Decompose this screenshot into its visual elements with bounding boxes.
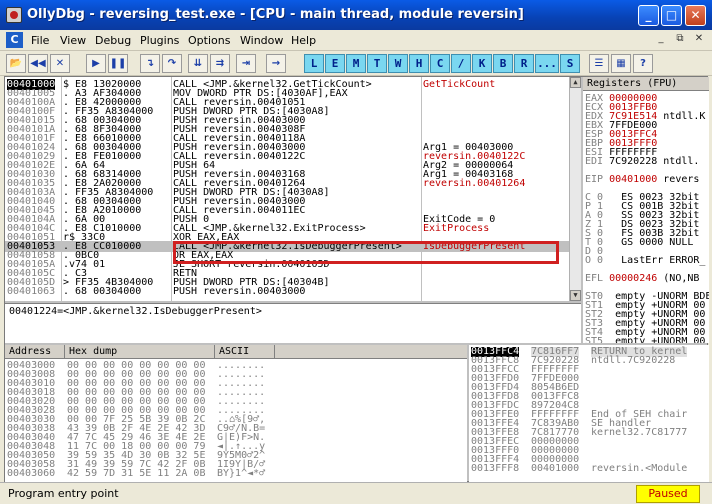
status-badge: Paused bbox=[636, 485, 700, 503]
info-line: 00401224=<JMP.&kernel32.IsDebuggerPresen… bbox=[9, 306, 262, 317]
menu-help[interactable]: Help bbox=[291, 34, 316, 47]
step-over-icon[interactable]: ↷ bbox=[162, 54, 182, 73]
register-comment: ntdll. bbox=[657, 156, 700, 167]
mdi-restore-button[interactable]: ⧉ bbox=[673, 33, 687, 47]
menu-options[interactable]: Options bbox=[188, 34, 230, 47]
registers-header[interactable]: Registers (FPU) bbox=[583, 77, 709, 91]
help-icon[interactable]: ? bbox=[633, 54, 653, 73]
open-icon[interactable]: 📂 bbox=[6, 54, 26, 73]
register-comment: GS 0000 NULL bbox=[609, 237, 694, 248]
register-row[interactable]: EFL 00000246 (NO,NB bbox=[585, 273, 699, 284]
menu-file[interactable]: File bbox=[31, 34, 49, 47]
trace-into-icon[interactable]: ⇊ bbox=[188, 54, 208, 73]
cpu-window: 00401000 $ E8 13020000 CALL <JMP.&kernel32… bbox=[4, 76, 709, 483]
register-row[interactable]: EDI 7C920228 ntdll. bbox=[585, 156, 699, 167]
menu-window[interactable]: Window bbox=[240, 34, 283, 47]
status-bar: Program entry point Paused bbox=[0, 482, 712, 504]
grid-icon[interactable]: ▦ bbox=[611, 54, 631, 73]
cpu-window-icon[interactable]: C bbox=[6, 32, 23, 48]
dump-header-ascii[interactable]: ASCII bbox=[215, 345, 275, 359]
register-row[interactable]: EIP 00401000 revers bbox=[585, 174, 699, 185]
register-name: ST5 bbox=[585, 336, 604, 343]
dump-header: Address Hex dump ASCII bbox=[5, 345, 467, 359]
status-message: Program entry point bbox=[8, 487, 119, 500]
toolbar: 📂 ◀◀ ✕ ▶ ❚❚ ↴ ↷ ⇊ ⇉ ⇥ → L E M T W H C / … bbox=[0, 52, 712, 76]
stack-value: 00401000 bbox=[531, 463, 580, 474]
run-icon[interactable]: ▶ bbox=[86, 54, 106, 73]
close-button[interactable]: ✕ bbox=[685, 5, 706, 26]
scroll-up-icon[interactable]: ▲ bbox=[570, 77, 581, 88]
highlight-box bbox=[173, 241, 559, 264]
maximize-button[interactable]: □ bbox=[661, 5, 682, 26]
stack-row[interactable]: 0013FFF8 00401000 reversin.<Module bbox=[469, 464, 709, 474]
rewind-icon[interactable]: ◀◀ bbox=[28, 54, 48, 73]
close-icon[interactable]: ✕ bbox=[50, 54, 70, 73]
dump-address: 00403060 bbox=[7, 468, 56, 479]
dump-header-address[interactable]: Address bbox=[5, 345, 65, 359]
list-icon[interactable]: ☰ bbox=[589, 54, 609, 73]
disasm-address: 00401063 bbox=[7, 286, 56, 297]
disasm-row[interactable]: 00401063 . 68 00304000 PUSH reversin.00403… bbox=[5, 286, 569, 297]
register-comment: revers bbox=[657, 174, 700, 185]
menu-view[interactable]: View bbox=[60, 34, 86, 47]
stack-address: 0013FFF8 bbox=[471, 463, 520, 474]
disassembly-pane[interactable]: 00401000 $ E8 13020000 CALL <JMP.&kernel32… bbox=[5, 77, 581, 301]
toolbar-letter-e[interactable]: E bbox=[325, 54, 345, 73]
disassembly-scrollbar[interactable]: ▲ ▼ bbox=[569, 77, 581, 301]
dump-header-hex[interactable]: Hex dump bbox=[65, 345, 215, 359]
register-comment: LastErr ERROR_ bbox=[609, 255, 706, 266]
toolbar-letter-h[interactable]: H bbox=[409, 54, 429, 73]
pause-icon[interactable]: ❚❚ bbox=[108, 54, 128, 73]
toolbar-letter-slash[interactable]: / bbox=[451, 54, 471, 73]
mdi-close-button[interactable]: ✕ bbox=[692, 33, 706, 47]
stack-comment: reversin.<Module bbox=[591, 463, 688, 474]
step-into-icon[interactable]: ↴ bbox=[140, 54, 160, 73]
goto-icon[interactable]: → bbox=[266, 54, 286, 73]
toolbar-letter-w[interactable]: W bbox=[388, 54, 408, 73]
register-comment: (NO,NB bbox=[657, 273, 700, 284]
dump-row[interactable]: 00403060 42 59 7D 31 5E 11 2A 0B BY}1^◄*♂ bbox=[5, 469, 467, 479]
toolbar-letter-r[interactable]: R bbox=[514, 54, 534, 73]
ollydbg-app-icon[interactable] bbox=[6, 7, 22, 23]
toolbar-letter-m[interactable]: M bbox=[346, 54, 366, 73]
register-value: 00401000 bbox=[609, 174, 658, 185]
dump-pane[interactable]: Address Hex dump ASCII 00403000 00 00 00 … bbox=[5, 345, 467, 483]
title-bar: OllyDbg - reversing_test.exe - [CPU - ma… bbox=[0, 0, 712, 30]
scroll-down-icon[interactable]: ▼ bbox=[570, 290, 581, 301]
register-comment: empty +UNORM 00 bbox=[609, 336, 706, 343]
register-value: 7C920228 bbox=[609, 156, 658, 167]
toolbar-letter-l[interactable]: L bbox=[304, 54, 324, 73]
register-row[interactable]: ST5 empty +UNORM 00 bbox=[585, 336, 705, 343]
toolbar-letter-s[interactable]: S bbox=[560, 54, 580, 73]
stack-pane[interactable]: 0013FFC4 7C816FF7 RETURN to kernel 0013FFC8… bbox=[469, 345, 709, 483]
dump-hex: 42 59 7D 31 5E 11 2A 0B bbox=[67, 468, 206, 479]
menu-bar: C File View Debug Plugins Options Window… bbox=[0, 30, 712, 51]
info-pane: 00401224=<JMP.&kernel32.IsDebuggerPresen… bbox=[5, 303, 581, 343]
window-title: OllyDbg - reversing_test.exe - [CPU - ma… bbox=[27, 7, 524, 22]
register-value: 00000246 bbox=[609, 273, 658, 284]
toolbar-letter-c[interactable]: C bbox=[430, 54, 450, 73]
menu-plugins[interactable]: Plugins bbox=[140, 34, 179, 47]
register-row[interactable]: O 0 LastErr ERROR_ bbox=[585, 255, 705, 266]
disasm-hex: . 68 00304000 bbox=[63, 286, 142, 297]
dump-ascii: BY}1^◄*♂ bbox=[217, 468, 266, 479]
toolbar-letter-b[interactable]: B bbox=[493, 54, 513, 73]
toolbar-letter-ellipsis[interactable]: ... bbox=[535, 54, 559, 73]
trace-over-icon[interactable]: ⇉ bbox=[210, 54, 230, 73]
registers-pane[interactable]: Registers (FPU) EAX 00000000 ECX 0013FFB0… bbox=[583, 77, 709, 343]
toolbar-letter-k[interactable]: K bbox=[472, 54, 492, 73]
mdi-minimize-button[interactable]: _ bbox=[654, 33, 668, 47]
register-comment: ntdll.K bbox=[657, 111, 706, 122]
disasm-command: PUSH reversin.00403000 bbox=[173, 286, 306, 297]
minimize-button[interactable]: _ bbox=[638, 5, 659, 26]
toolbar-letter-t[interactable]: T bbox=[367, 54, 387, 73]
execute-till-return-icon[interactable]: ⇥ bbox=[236, 54, 256, 73]
menu-debug[interactable]: Debug bbox=[95, 34, 131, 47]
